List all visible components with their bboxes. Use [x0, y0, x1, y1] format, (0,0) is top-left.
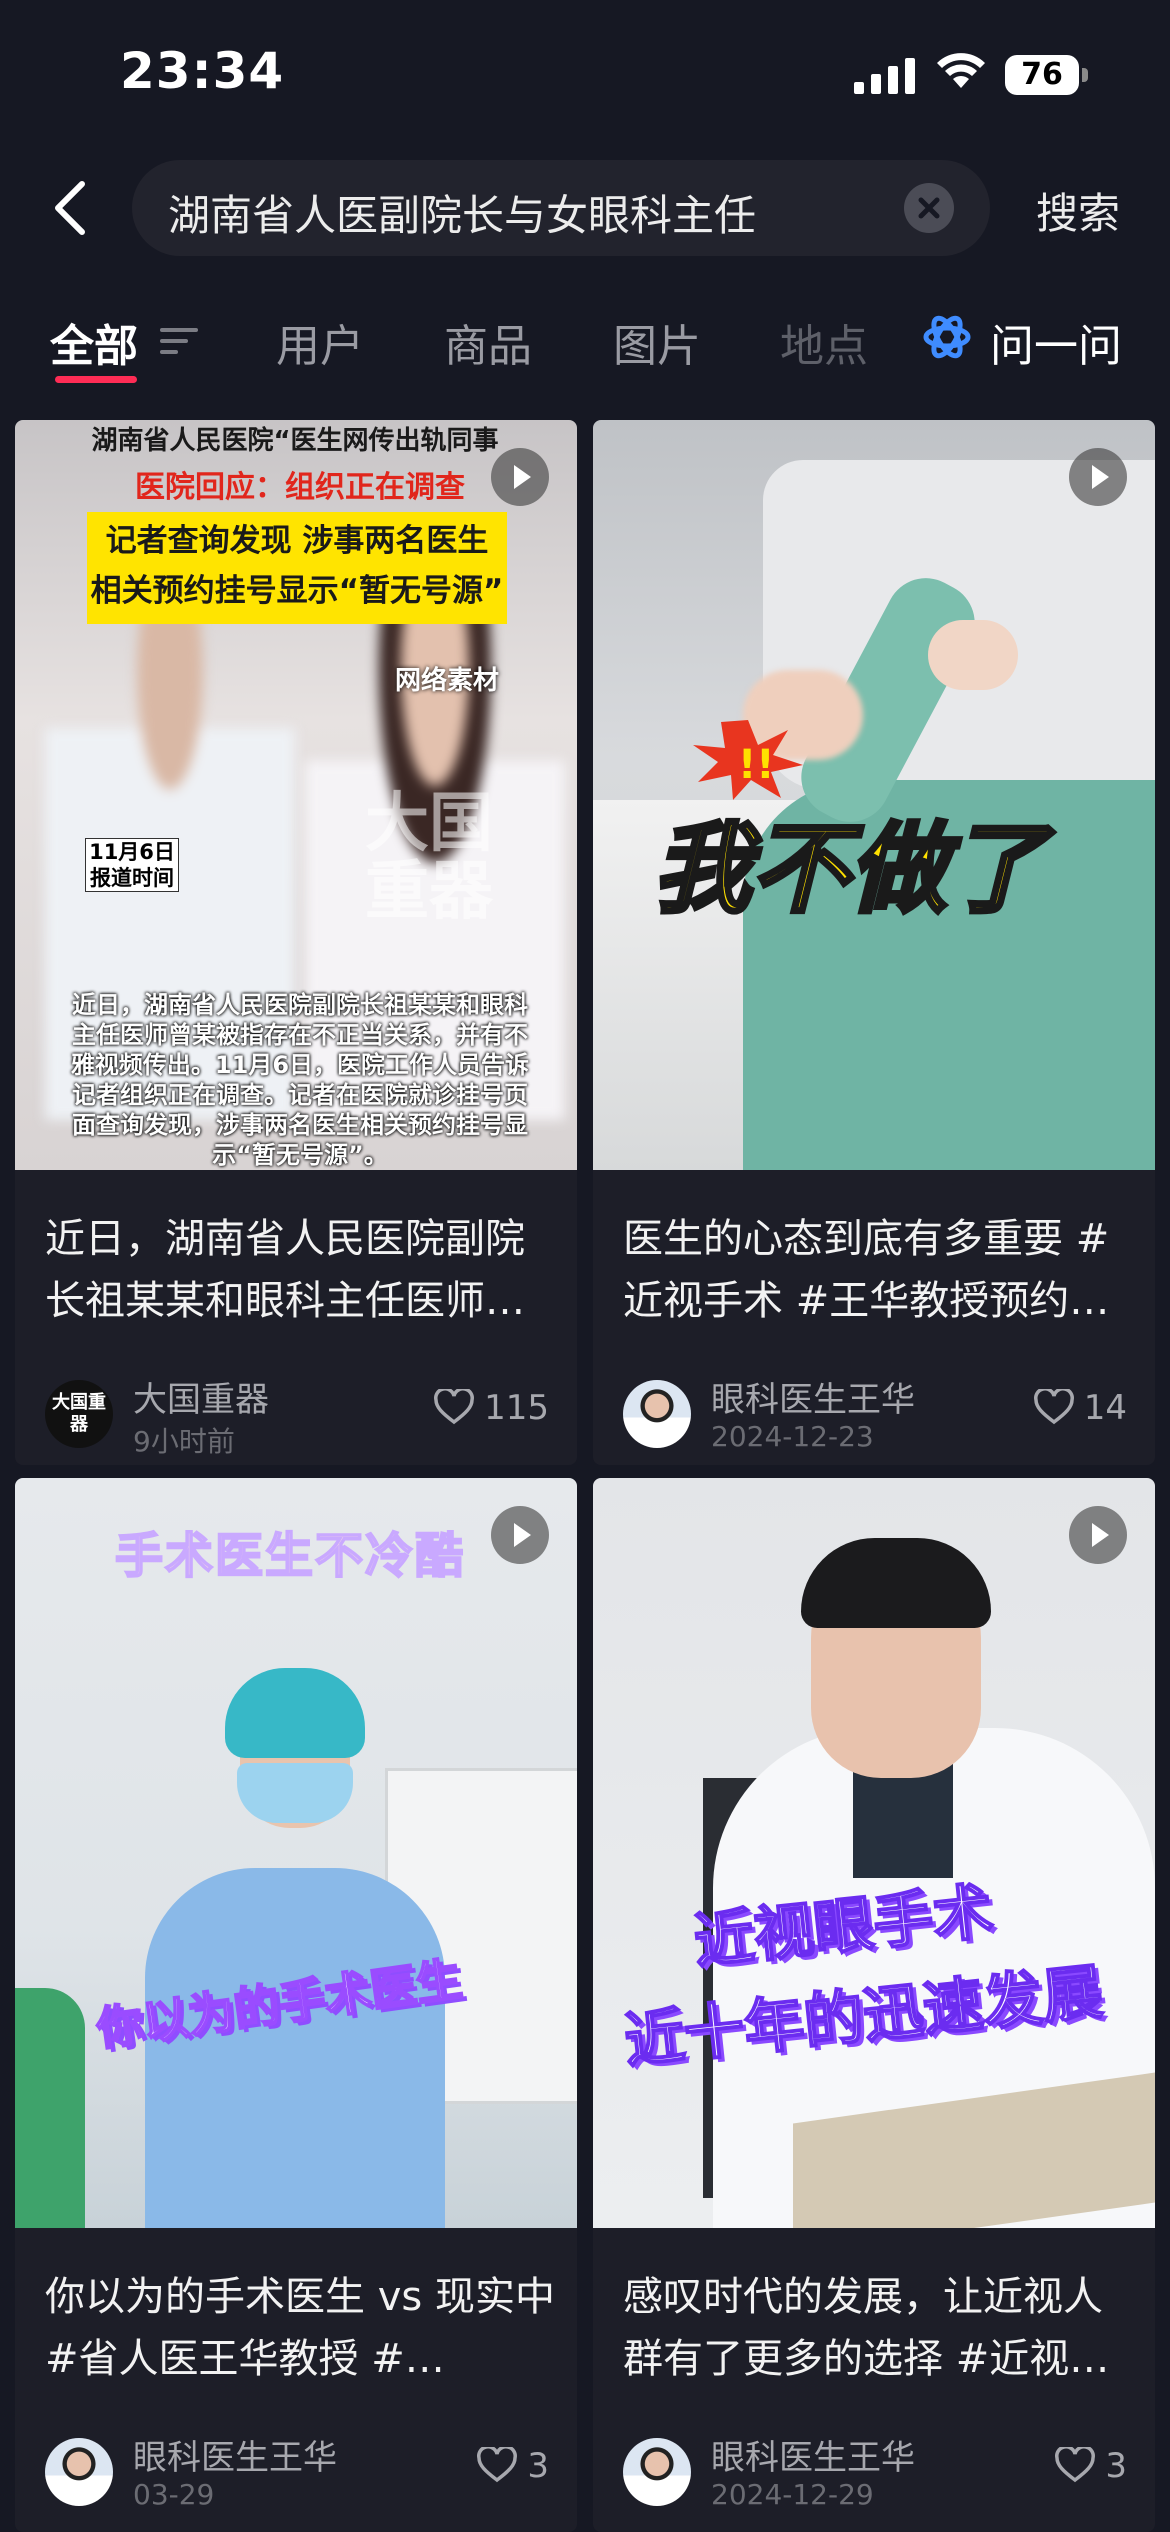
avatar[interactable] [45, 2438, 113, 2506]
card-description[interactable]: 医生的心态到底有多重要 #近视手术 #王华教授预约… [623, 1208, 1133, 1332]
tab-ask[interactable]: 问一问 [990, 310, 1122, 374]
cover-green-gown [15, 1988, 85, 2228]
watermark-line: 重器 [365, 855, 493, 929]
cover-title: 手术医生不冷酷 [114, 1527, 466, 1585]
cover-caption: 我不做了 [651, 811, 1047, 929]
cover-body-text: 近日，湖南省人民医院副院长祖某某和眼科主任医师曾某被指存在不正当关系，并有不雅视… [70, 991, 530, 1169]
cover-date-line: 11月6日 [89, 840, 175, 864]
like-count-value: 3 [1105, 2446, 1127, 2486]
cover-surgical-cap [225, 1668, 365, 1758]
search-input[interactable]: 湖南省人医副院长与女眼科主任 [132, 160, 990, 256]
cover-date-label: 11月6日 报道时间 [85, 838, 179, 892]
cover-red-line: 医院回应：组织正在调查 [135, 470, 465, 505]
svg-text:!!: !! [738, 742, 774, 788]
clear-search-button[interactable] [904, 183, 954, 233]
author-name[interactable]: 大国重器 [133, 1372, 269, 1421]
like-count[interactable]: 3 [1055, 2445, 1127, 2486]
cover-headline: 湖南省人民医院“医生网传出轨同事 [91, 426, 499, 456]
tab-users[interactable]: 用户 [276, 310, 364, 374]
cover-yellow-banner: 记者查询发现 涉事两名医生 相关预约挂号显示“暂无号源” [87, 512, 507, 624]
like-count[interactable]: 14 [1033, 1387, 1127, 1428]
video-cover[interactable]: !! 我不做了 [593, 420, 1155, 1170]
avatar[interactable] [623, 2438, 691, 2506]
like-count-value: 14 [1083, 1388, 1127, 1428]
status-bar: 23:34 76 [0, 0, 1170, 150]
cellular-signal-icon [854, 58, 915, 94]
author-name[interactable]: 眼科医生王华 [133, 2430, 337, 2479]
post-time: 9小时前 [133, 1425, 235, 1458]
post-time: 2024-12-29 [711, 2478, 874, 2511]
heart-icon [1033, 1387, 1074, 1425]
cover-yellow-line: 相关预约挂号显示“暂无号源” [90, 573, 504, 609]
card-description[interactable]: 近日，湖南省人民医院副院长祖某某和眼科主任医师… [45, 1208, 555, 1332]
heart-icon [1055, 2445, 1096, 2483]
like-count-value: 115 [484, 1388, 549, 1428]
play-icon [1069, 1506, 1127, 1564]
like-count[interactable]: 3 [477, 2445, 549, 2486]
heart-icon [434, 1387, 475, 1425]
cover-surgical-mask [237, 1763, 353, 1823]
cover-surgeon-gown [145, 1868, 445, 2228]
battery-indicator: 76 [1005, 55, 1079, 95]
tab-products[interactable]: 商品 [444, 310, 532, 374]
avatar[interactable] [623, 1380, 691, 1448]
post-time: 2024-12-23 [711, 1420, 874, 1453]
video-cover[interactable]: 湖南省人民医院“医生网传出轨同事 医院回应：组织正在调查 记者查询发现 涉事两名… [15, 420, 577, 1170]
filter-icon[interactable] [160, 326, 200, 356]
cover-date-line: 报道时间 [90, 866, 174, 890]
burst-icon: !! [693, 720, 803, 800]
avatar[interactable]: 大国重器 [45, 1380, 113, 1448]
doctor-avatar-image [623, 2438, 691, 2506]
video-cover[interactable]: 手术医生不冷酷 你以为的手术医生 [15, 1478, 577, 2228]
search-button[interactable]: 搜索 [1036, 180, 1120, 241]
active-tab-indicator [55, 376, 137, 383]
status-time: 23:34 [120, 42, 285, 100]
play-icon [491, 448, 549, 506]
watermark-line: 大国 [365, 787, 493, 861]
avatar-logo-text: 大国重器 [45, 1380, 113, 1448]
tab-images[interactable]: 图片 [613, 310, 701, 374]
like-count-value: 3 [527, 2446, 549, 2486]
search-query-text[interactable]: 湖南省人医副院长与女眼科主任 [168, 182, 756, 243]
author-name[interactable]: 眼科医生王华 [711, 1372, 915, 1421]
card-description[interactable]: 感叹时代的发展，让近视人群有了更多的选择 #近视… [623, 2266, 1133, 2390]
cover-hand [928, 620, 1018, 690]
card-description[interactable]: 你以为的手术医生 vs 现实中 #省人医王华教授 #… [45, 2266, 555, 2390]
doctor-avatar-image [45, 2438, 113, 2506]
ai-ask-icon[interactable] [922, 311, 972, 363]
post-time: 03-29 [133, 2478, 215, 2511]
cover-yellow-line: 记者查询发现 涉事两名医生 [105, 523, 489, 559]
like-count[interactable]: 115 [434, 1387, 549, 1428]
author-name[interactable]: 眼科医生王华 [711, 2430, 915, 2479]
close-icon [918, 197, 940, 219]
battery-tip [1082, 68, 1088, 82]
result-card[interactable]: 手术医生不冷酷 你以为的手术医生 你以为的手术医生 vs 现实中 #省人医王华教… [15, 1478, 577, 2532]
heart-icon [477, 2445, 518, 2483]
result-card[interactable]: 湖南省人民医院“医生网传出轨同事 医院回应：组织正在调查 记者查询发现 涉事两名… [15, 420, 577, 1465]
result-card[interactable]: 近视眼手术 近十年的迅速发展 感叹时代的发展，让近视人群有了更多的选择 #近视…… [593, 1478, 1155, 2532]
back-arrow-icon[interactable] [50, 178, 90, 238]
cover-watermark: 大国 重器 [365, 790, 493, 926]
tab-all[interactable]: 全部 [50, 310, 138, 374]
video-cover[interactable]: 近视眼手术 近十年的迅速发展 [593, 1478, 1155, 2228]
wifi-icon [937, 53, 985, 88]
cover-source-tag: 网络素材 [395, 666, 500, 696]
play-icon [1069, 448, 1127, 506]
tab-places[interactable]: 地点 [780, 310, 868, 374]
play-icon [491, 1506, 549, 1564]
result-card[interactable]: !! 我不做了 医生的心态到底有多重要 #近视手术 #王华教授预约… 眼科医生王… [593, 420, 1155, 1465]
doctor-avatar-image [623, 1380, 691, 1448]
